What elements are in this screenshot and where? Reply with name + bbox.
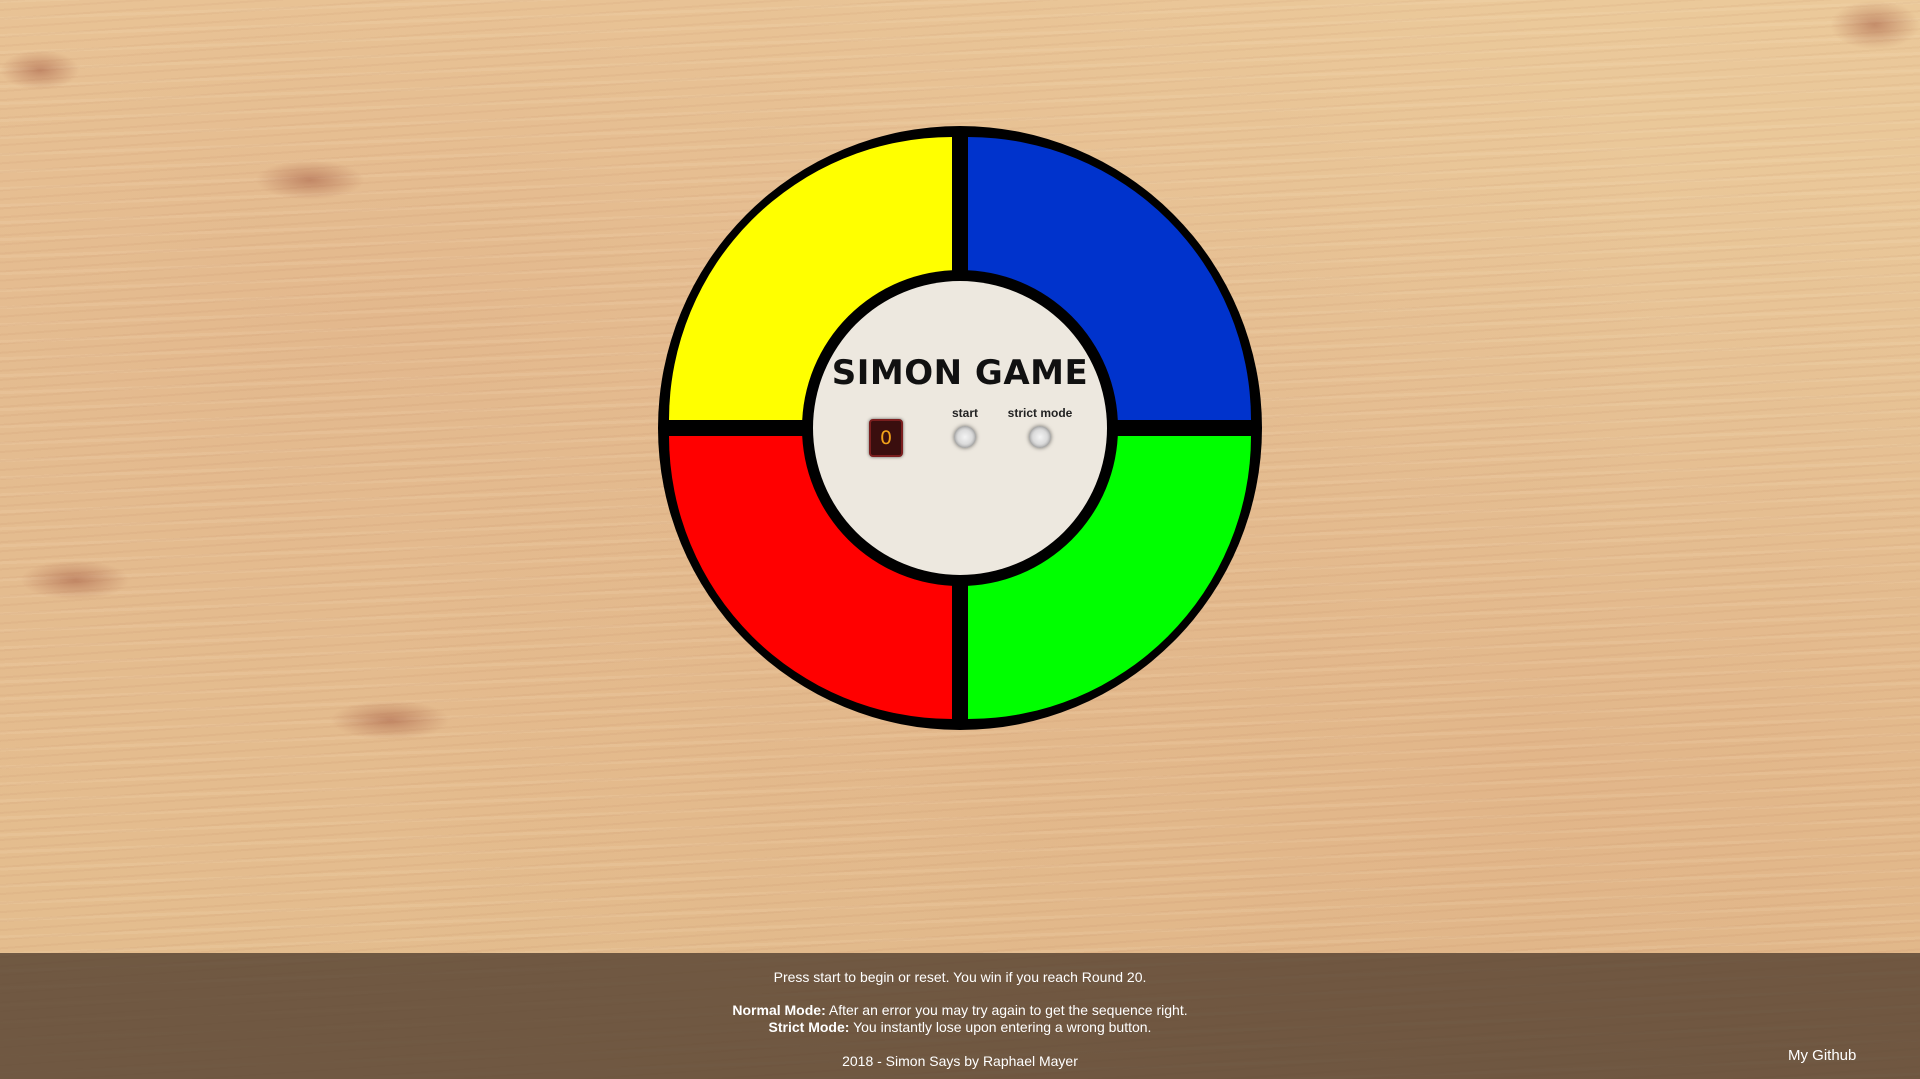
strict-mode-button[interactable]: [1029, 426, 1051, 448]
footer-strict-mode: Strict Mode: You instantly lose upon ent…: [0, 1019, 1920, 1035]
wood-knot: [255, 160, 365, 200]
simon-board: SIMON GAME 0 start strict mode: [658, 126, 1262, 730]
footer-credit: 2018 - Simon Says by Raphael Mayer: [842, 1053, 1078, 1069]
wood-knot: [1830, 0, 1920, 50]
wood-knot: [330, 700, 450, 740]
round-counter: 0: [869, 419, 903, 457]
github-link[interactable]: My Github: [1788, 1047, 1856, 1064]
game-title: SIMON GAME: [831, 353, 1089, 393]
wood-knot: [20, 560, 130, 600]
footer-normal-mode: Normal Mode: After an error you may try …: [0, 1002, 1920, 1018]
strict-mode-label-footer: Strict Mode:: [768, 1019, 850, 1035]
strict-mode-text: You instantly lose upon entering a wrong…: [849, 1019, 1152, 1035]
footer-intro: Press start to begin or reset. You win i…: [773, 969, 1147, 985]
control-panel-face: SIMON GAME 0 start strict mode: [813, 281, 1107, 575]
wood-knot: [0, 50, 80, 90]
control-panel: SIMON GAME 0 start strict mode: [802, 270, 1118, 586]
strict-mode-label: strict mode: [1007, 406, 1073, 420]
start-label: start: [951, 406, 978, 420]
normal-mode-label: Normal Mode:: [732, 1002, 826, 1018]
normal-mode-text: After an error you may try again to get …: [825, 1002, 1188, 1018]
start-button[interactable]: [954, 426, 976, 448]
footer: Press start to begin or reset. You win i…: [0, 953, 1920, 1079]
